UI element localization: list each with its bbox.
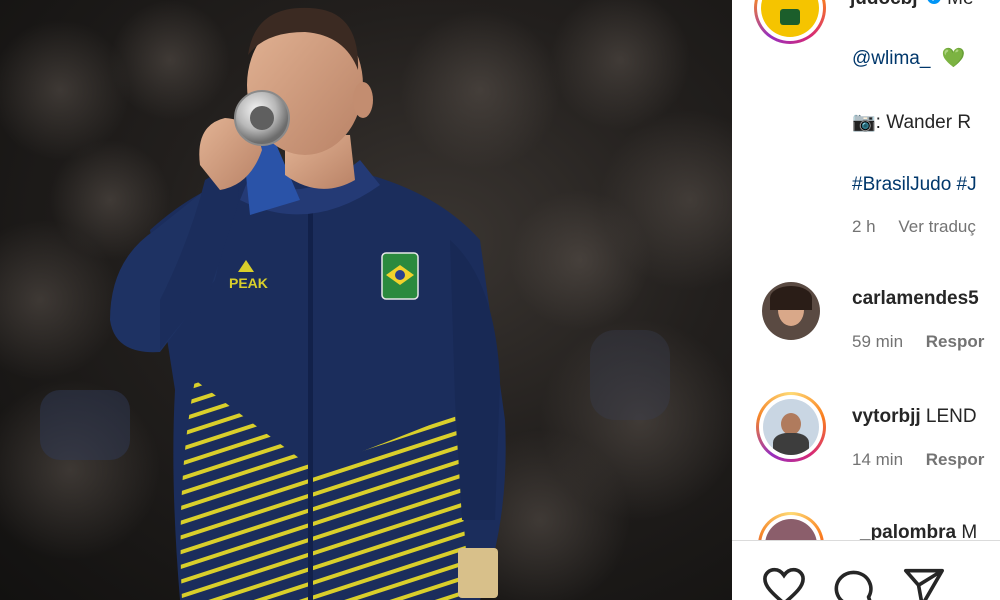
comment-text: LEND bbox=[920, 406, 977, 427]
comment-1: carlamendes5 bbox=[852, 288, 979, 310]
comment-bubble-icon[interactable] bbox=[832, 567, 876, 600]
author-avatar-ring[interactable] bbox=[754, 0, 826, 44]
paper-plane-icon[interactable] bbox=[902, 567, 946, 600]
reply-button[interactable]: Respor bbox=[926, 450, 985, 469]
commenter-avatar-ring[interactable] bbox=[756, 392, 826, 462]
reply-button[interactable]: Respor bbox=[926, 332, 985, 351]
comment-username[interactable]: carlamendes5 bbox=[852, 288, 979, 309]
comment-time: 59 min bbox=[852, 332, 904, 351]
photo-credit-text: : Wander R bbox=[875, 112, 972, 133]
post-action-bar bbox=[732, 540, 1000, 600]
svg-text:PEAK: PEAK bbox=[229, 275, 268, 291]
translate-link[interactable]: Ver traduç bbox=[898, 217, 976, 236]
commenter-avatar bbox=[763, 399, 819, 455]
post-photo[interactable]: PEAK bbox=[0, 0, 732, 600]
heart-outline-icon[interactable] bbox=[762, 567, 806, 600]
hashtag-links[interactable]: #BrasilJudo #J bbox=[852, 174, 977, 195]
comment-2: vytorbjj LEND bbox=[852, 406, 977, 428]
comment-time: 14 min bbox=[852, 450, 904, 469]
post-author-username[interactable]: judocbj bbox=[850, 0, 918, 9]
athlete-medal-photo: PEAK bbox=[0, 0, 732, 600]
commenter-avatar[interactable] bbox=[762, 282, 820, 340]
comments-panel: judocbj Me @wlima_ 💚 📷: Wander R #Brasil… bbox=[732, 0, 1000, 600]
caption-text: Me bbox=[947, 0, 973, 9]
green-heart-emoji: 💚 bbox=[941, 48, 966, 69]
post-time: 2 h bbox=[852, 217, 876, 236]
verified-badge-icon bbox=[927, 0, 941, 4]
mention-link[interactable]: @wlima_ bbox=[852, 48, 930, 69]
comment-username[interactable]: vytorbjj bbox=[852, 406, 921, 427]
camera-emoji: 📷 bbox=[852, 112, 876, 133]
